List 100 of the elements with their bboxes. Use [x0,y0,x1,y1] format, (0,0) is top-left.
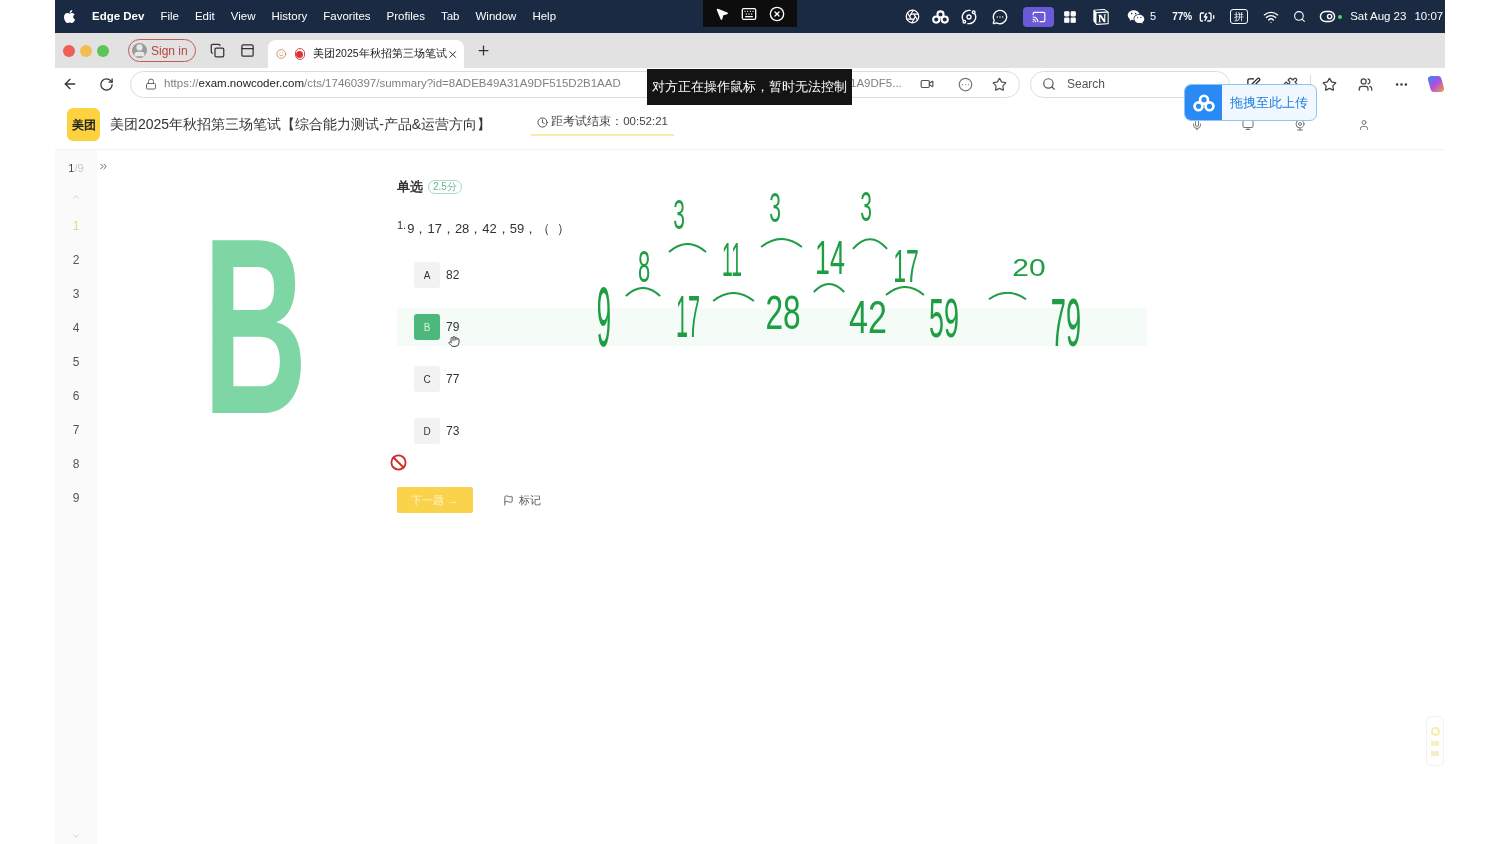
option-text: 77 [446,371,460,388]
refresh-icon[interactable] [99,76,114,92]
page-icon [276,48,287,60]
apple-logo-icon[interactable] [63,9,76,24]
handwritten-arc [625,287,661,297]
browser-tab[interactable]: 美团2025年秋招第三场笔试 [268,40,464,68]
n-logo-icon[interactable] [1093,8,1109,25]
handwritten-letter: B [202,233,308,421]
microphone-icon[interactable] [1191,118,1203,131]
handwritten-number: 17 [893,248,919,284]
timer-text: 距考试结束：00:52:21 [551,114,668,130]
keyboard-icon[interactable] [741,5,757,22]
user-icon[interactable] [1358,118,1370,131]
option-text: 82 [446,267,460,284]
handwritten-number: 20 [1012,259,1046,277]
handwritten-arc [760,238,803,248]
question-number-label: 1. [397,217,407,233]
menu-item[interactable]: Tab [440,10,460,23]
star-icon[interactable] [992,76,1007,92]
handwritten-number: 14 [815,240,845,276]
video-icon[interactable] [920,77,934,91]
menu-item[interactable]: Window [475,10,517,23]
handwritten-number: 9 [596,283,612,349]
handwritten-arc [668,243,707,253]
question-number[interactable]: 7 [64,413,88,447]
tab-actions-icon[interactable] [240,43,255,58]
app-menu[interactable]: Edge Dev [92,10,145,23]
option-letter[interactable]: D [414,418,440,444]
search-icon [1042,76,1056,91]
question-number[interactable]: 5 [64,345,88,379]
question-type: 单选 [397,178,423,196]
menu-date: Sat Aug 23 [1350,10,1407,23]
input-method-indicator[interactable]: 拼 [1230,9,1249,24]
chat-bubble-icon[interactable] [992,8,1008,25]
handwritten-arc [813,283,845,293]
question-number[interactable]: 3 [64,277,88,311]
aperture-icon[interactable] [905,9,920,24]
chat-bubbles-icon[interactable] [1127,7,1145,26]
people-icon[interactable] [1358,76,1373,92]
exam-title: 美团2025年秋招第三场笔试【综合能力测试-产品&运营方向】 [110,115,492,134]
menu-item[interactable]: History [271,10,308,23]
new-tab-icon[interactable] [476,43,491,58]
orbit-icon[interactable] [961,8,977,25]
more-circle-icon[interactable] [958,76,973,92]
option-letter[interactable]: C [414,366,440,392]
option-letter[interactable]: A [414,262,440,288]
menu-item[interactable]: File [160,10,179,23]
page-counter: 1/9 [68,161,84,175]
back-icon[interactable] [62,76,78,92]
toggle-icon[interactable] [1319,8,1337,25]
option-text: 79 [446,319,460,336]
question-number[interactable]: 6 [64,379,88,413]
upload-popup[interactable]: 拖拽至此上传 [1184,84,1317,121]
url-text[interactable]: 1A9DF5... [850,75,902,93]
search-field[interactable]: Search [1030,70,1230,98]
handwritten-arc [712,292,755,302]
handwritten-arc [988,292,1027,300]
handwritten-arc [885,286,925,296]
menu-item[interactable]: Help [532,10,557,23]
question-number[interactable]: 2 [64,243,88,277]
cursor-icon[interactable] [715,6,729,21]
handwritten-arc [852,238,888,250]
webcam-icon[interactable] [1294,118,1306,131]
search-icon[interactable] [1293,10,1307,23]
expand-icon[interactable] [98,161,109,172]
menu-clock: 10:07 [1414,10,1444,23]
screen-mirror-toggle[interactable] [1023,6,1054,27]
question-number[interactable]: 9 [64,481,88,515]
question-number[interactable]: 8 [64,447,88,481]
handwritten-number: 42 [849,299,887,335]
close-window-icon[interactable] [63,44,75,57]
question-number[interactable]: 4 [64,311,88,345]
menu-item[interactable]: Edit [194,10,215,23]
close-icon[interactable] [769,5,785,22]
remote-control-tooltip: 对方正在操作鼠标，暂时无法控制 [647,69,852,105]
cast-icon[interactable] [1031,9,1046,24]
menu-item[interactable]: View [230,10,256,23]
question-stem: 9，17，28，42，59，（ ） [407,219,571,238]
cloud-logo-icon[interactable] [932,9,949,24]
favorites-icon[interactable] [1322,76,1337,92]
handwritten-number: 3 [673,199,685,231]
workspaces-icon[interactable] [210,43,225,58]
monitor-icon[interactable] [1242,118,1254,131]
menu-item[interactable]: Favorites [323,10,371,23]
handwritten-number: 59 [929,297,959,339]
url-text[interactable]: https://exam.nowcoder.com/cts/17460397/summary?id=8ADEB49A31A9DF515D2B1AAD [164,75,642,93]
handwritten-number: 3 [860,191,872,223]
handwritten-number: 3 [769,192,781,224]
upload-label: 拖拽至此上传 [1229,93,1309,112]
battery-percent: 77% [1172,11,1193,22]
lock-icon[interactable] [145,78,157,90]
flag-icon [503,494,514,506]
mark-button[interactable]: 标记 [503,491,541,509]
grid-icon[interactable] [1063,9,1077,24]
swirl-logo-icon[interactable] [1427,75,1445,93]
avatar-icon [132,43,147,58]
handwritten-number: 8 [637,249,651,283]
handwritten-number: 17 [676,293,700,339]
menu-item[interactable]: Profiles [386,10,425,23]
clock-icon [537,116,549,128]
